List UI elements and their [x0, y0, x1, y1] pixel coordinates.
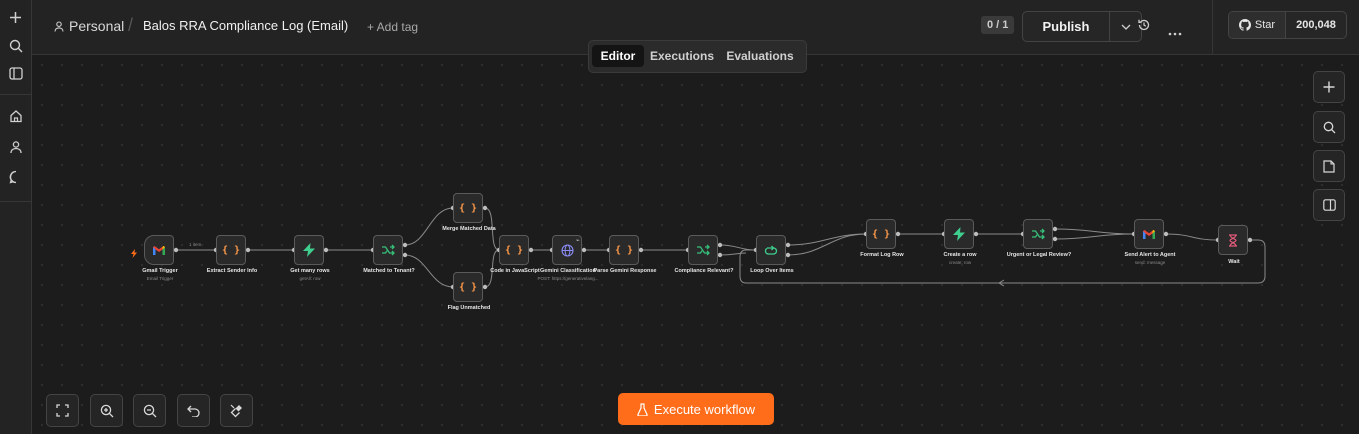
github-star-label: Star — [1254, 19, 1276, 31]
execute-workflow-button[interactable]: Execute workflow — [618, 393, 774, 425]
broom-icon — [230, 404, 242, 417]
node-subtitle: Email Trigger — [146, 276, 174, 281]
bolt-icon — [303, 243, 315, 257]
connection — [1165, 233, 1219, 241]
node-parse-gemini[interactable]: { } — [609, 235, 639, 265]
code-icon: { } — [871, 228, 891, 240]
globe-icon — [560, 243, 574, 257]
github-icon — [1238, 19, 1251, 31]
connection — [787, 233, 867, 246]
panel-icon[interactable] — [5, 63, 26, 84]
sidebar-divider — [0, 94, 31, 95]
node-format-log-row[interactable]: { } — [866, 219, 896, 249]
zoom-in-icon — [100, 404, 113, 417]
node-label: Merge Matched Data — [442, 226, 496, 232]
node-compliance-relevant[interactable] — [688, 235, 718, 265]
code-icon: { } — [458, 202, 478, 214]
publish-button[interactable]: Publish — [1023, 12, 1110, 41]
github-star-widget[interactable]: Star 200,048 — [1228, 11, 1347, 39]
zoom-out-button[interactable] — [133, 394, 166, 427]
github-star-count: 200,048 — [1296, 19, 1336, 31]
code-icon: { } — [504, 244, 524, 256]
node-wait[interactable] — [1218, 225, 1248, 255]
flask-icon — [637, 402, 648, 416]
hourglass-icon — [1229, 233, 1237, 247]
connection — [719, 244, 757, 251]
zoom-out-icon — [143, 404, 156, 417]
workflow-canvas[interactable]: Editor Executions Evaluations 1 item Gma… — [32, 40, 1359, 434]
node-label: Flag Unmatched — [447, 305, 491, 311]
node-code-js[interactable]: { } — [499, 235, 529, 265]
node-get-many-rows[interactable] — [294, 235, 324, 265]
zoom-in-button[interactable] — [90, 394, 123, 427]
workflow-title[interactable]: Balos RRA Compliance Log (Email) — [143, 18, 348, 33]
undo-button[interactable] — [177, 394, 210, 427]
project-name: Personal — [69, 18, 125, 34]
loop-icon — [764, 245, 778, 255]
search-icon[interactable] — [5, 35, 26, 56]
code-icon: { } — [614, 244, 634, 256]
connection — [719, 252, 747, 256]
code-icon: { } — [458, 281, 478, 293]
node-urgent-review[interactable] — [1023, 219, 1053, 249]
sidebar-divider — [0, 201, 31, 202]
node-flag-unmatched[interactable]: { } — [453, 272, 483, 302]
edge-label: 1 item — [189, 242, 202, 247]
node-label: Urgent or Legal Review? — [1006, 252, 1072, 258]
connection — [1054, 233, 1135, 240]
connection — [1054, 228, 1135, 235]
execute-workflow-label: Execute workflow — [653, 401, 756, 417]
node-subtitle: getAll: row — [299, 276, 321, 281]
switch-icon — [382, 244, 395, 256]
user-icon — [54, 20, 64, 32]
history-icon[interactable] — [1137, 18, 1151, 37]
toolbar-divider — [1212, 0, 1213, 54]
link-icon: ⌁ — [576, 238, 580, 244]
node-loop-over-items[interactable] — [756, 235, 786, 265]
node-label: Loop Over Items — [750, 268, 794, 274]
node-label: Matched to Tenant? — [363, 268, 415, 274]
node-matched-tenant[interactable] — [373, 235, 403, 265]
node-subtitle: create: row — [948, 260, 972, 265]
switch-icon — [697, 244, 710, 256]
user-icon[interactable] — [5, 136, 26, 157]
node-send-alert[interactable] — [1134, 219, 1164, 249]
node-subtitle: POST: https://generativelang... — [537, 276, 599, 281]
undo-icon — [187, 405, 200, 417]
project-breadcrumb[interactable]: Personal — [54, 18, 124, 34]
node-extract-sender[interactable]: { } — [216, 235, 246, 265]
switch-icon — [1032, 228, 1045, 240]
trigger-bolt-icon — [131, 245, 137, 263]
chat-icon[interactable] — [5, 166, 26, 187]
breadcrumb-separator: / — [128, 15, 134, 35]
node-gmail-trigger[interactable] — [144, 235, 174, 265]
tidy-up-button[interactable] — [220, 394, 253, 427]
node-merge-matched[interactable]: { } — [453, 193, 483, 223]
node-create-row[interactable] — [944, 219, 974, 249]
more-options-icon[interactable] — [1168, 23, 1182, 41]
bolt-icon — [953, 227, 965, 241]
publish-button-group: Publish — [1022, 11, 1142, 42]
add-tag-button[interactable]: + Add tag — [367, 20, 418, 34]
github-star-button[interactable]: Star — [1229, 12, 1286, 38]
node-label: Send Alert to Agent — [1124, 252, 1176, 258]
fit-view-button[interactable] — [46, 394, 79, 427]
gmail-icon — [153, 245, 165, 255]
home-icon[interactable] — [5, 105, 26, 126]
plus-icon[interactable] — [5, 7, 26, 28]
code-icon: { } — [221, 244, 241, 256]
left-sidebar — [0, 0, 32, 434]
version-counter: 0 / 1 — [981, 16, 1015, 34]
fullscreen-icon — [56, 404, 69, 417]
node-label: Wait — [1228, 259, 1240, 265]
gmail-icon — [1143, 229, 1155, 239]
